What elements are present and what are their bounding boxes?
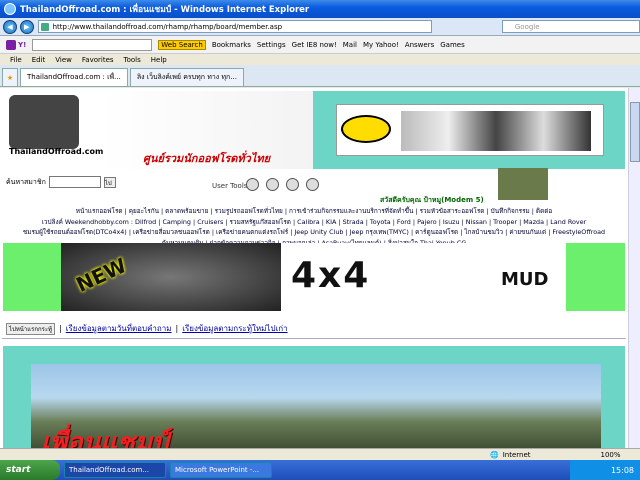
member-search: ค้นหาสมาชิก ไป [6,176,116,188]
tab-thailandoffroad[interactable]: ThailandOffroad.com : เพื่... [20,68,128,86]
ie-icon [4,3,16,15]
scroll-thumb[interactable] [630,102,640,162]
clock: 15:08 [570,460,640,480]
url-text: http://www.thailandoffroad.com/rhamp/rha… [52,23,283,31]
back-button[interactable]: ◀ [3,19,17,34]
toolbar-item-myyahoo[interactable]: My Yahoo! [363,41,399,49]
links-line[interactable]: ชมรมผู้ใช้รถยนต์ออฟโรด(DTCo4x4) | เครือข… [4,227,624,238]
toolbar-item-settings[interactable]: Settings [257,41,286,49]
zoom-level[interactable]: 100% [601,451,621,459]
site-logo[interactable]: ThailandOffroad.com ศูนย์รวมนักออฟโรดทั่… [3,91,313,169]
taskbar: start ThailandOffroad.com... Microsoft P… [0,460,640,480]
sort-by-new-link[interactable]: เรียงข้อมูลตามกระทู้ใหม่ไปเก่า [182,322,287,335]
member-car-thumbnail [498,168,548,200]
taskbar-powerpoint[interactable]: Microsoft PowerPoint -... [170,462,272,478]
tab-bar: ★ ThailandOffroad.com : เพื่... ลิง เว็บ… [0,65,640,87]
banner-mud-text: MUD [501,269,549,290]
page-content: ThailandOffroad.com ศูนย์รวมนักออฟโรดทั่… [0,88,628,460]
links-line[interactable]: เวปลิงค์ Weekendhobby.com : Dilfrod | Ca… [4,217,624,228]
menu-bar: File Edit View Favorites Tools Help [0,54,640,65]
toolbar-item-bookmarks[interactable]: Bookmarks [212,41,251,49]
group-photo: เพื่อนแชมป์ [31,364,601,460]
message-icon[interactable] [246,178,259,191]
mud-tire-banner[interactable]: NEW 4x4 MUD [3,243,625,311]
address-input[interactable]: http://www.thailandoffroad.com/rhamp/rha… [37,20,432,33]
mail-icon[interactable] [266,178,279,191]
welcome-text: สวัสดีครับคุณ ป้าหมู(Modem 5) [380,196,484,204]
search-input[interactable]: Google [501,20,640,33]
menu-view[interactable]: View [55,56,72,64]
menu-favorites[interactable]: Favorites [82,56,114,64]
toolbar-item-answers[interactable]: Answers [405,41,434,49]
toolbar-item-ie8[interactable]: Get IE8 now! [292,41,337,49]
toolbar-item-games[interactable]: Games [440,41,465,49]
banner-4x4-text: 4x4 [291,255,371,296]
sort-by-reply-link[interactable]: เรียงข้อมูลตามวันที่ตอบคำถาม [66,322,172,335]
window-title: ThailandOffroad.com : เพื่อนแชมป์ - Wind… [20,5,310,15]
menu-help[interactable]: Help [151,56,167,64]
menu-file[interactable]: File [10,56,22,64]
web-icon[interactable] [306,178,319,191]
menu-tools[interactable]: Tools [124,56,141,64]
site-links: หน้าแรกออฟโรด | คุยอะไรกัน | ตลาดพร้อมขา… [4,206,624,248]
window-titlebar: ThailandOffroad.com : เพื่อนแชมป์ - Wind… [0,0,640,18]
sort-links: ไปหน้าแรกกระทู้ | เรียงข้อมูลตามวันที่ตอ… [6,322,288,335]
menu-edit[interactable]: Edit [32,56,46,64]
hella-ad-banner[interactable] [336,104,604,156]
links-line[interactable]: หน้าแรกออฟโรด | คุยอะไรกัน | ตลาดพร้อมขา… [4,206,624,217]
logo-slogan: ศูนย์รวมนักออฟโรดทั่วไทย [143,152,271,165]
toolbar-item-mail[interactable]: Mail [343,41,357,49]
forward-button[interactable]: ▶ [19,19,34,34]
taskbar-ie[interactable]: ThailandOffroad.com... [64,462,166,478]
member-search-label: ค้นหาสมาชิก [6,177,46,186]
group-photo-banner: เพื่อนแชมป์ [3,346,625,460]
address-bar: ◀ ▶ http://www.thailandoffroad.com/rhamp… [0,18,640,36]
divider [2,338,626,339]
yahoo-toolbar: Y! Web Search Bookmarks Settings Get IE8… [0,36,640,54]
status-bar: 🌐 Internet 100% [0,448,640,460]
toolbar-search-box[interactable] [32,38,153,51]
globe-icon: 🌐 [490,450,499,459]
member-search-go-button[interactable]: ไป [103,176,116,188]
tools-icon[interactable] [286,178,299,191]
start-button[interactable]: start [0,460,60,480]
logo-text: ThailandOffroad.com [9,147,104,156]
favorites-star-icon[interactable]: ★ [2,68,18,86]
yahoo-logo[interactable]: Y! [6,39,26,50]
web-search-button[interactable]: Web Search [158,39,206,50]
first-page-button[interactable]: ไปหน้าแรกกระทู้ [6,322,56,335]
vertical-scrollbar[interactable] [628,88,640,460]
tab-second[interactable]: ลิง เว็บลิงค์เพย์ ครบทุก ทาง ทุก... [129,68,244,86]
zone-text: Internet [502,450,531,459]
page-icon [40,23,49,31]
user-tools-label: User Tools [212,182,248,190]
member-search-input[interactable] [48,176,101,188]
